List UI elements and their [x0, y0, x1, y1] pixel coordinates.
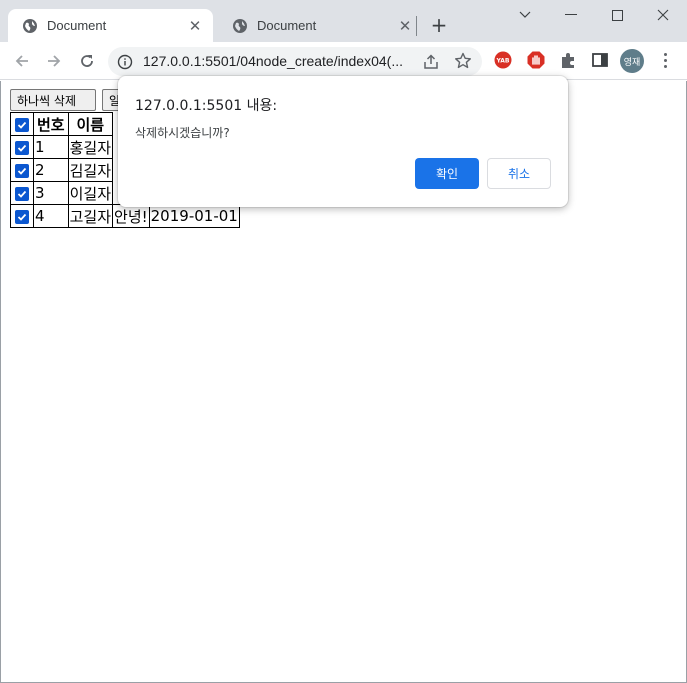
yab-label: YAB	[496, 58, 510, 65]
tab-title: Document	[257, 18, 317, 33]
row-name: 홍길자	[67, 135, 114, 159]
tab-separator	[416, 16, 417, 36]
tab-document-active[interactable]: Document ✕	[8, 9, 213, 42]
close-tab-icon[interactable]: ✕	[397, 17, 413, 35]
checkmark-icon	[17, 213, 27, 221]
row-number: 3	[33, 181, 69, 205]
share-icon[interactable]	[422, 53, 440, 71]
row-name: 김길자	[67, 158, 114, 182]
confirm-cancel-button[interactable]: 취소	[487, 158, 551, 189]
row-number: 4	[33, 204, 69, 228]
row-number: 2	[33, 158, 69, 182]
globe-icon	[233, 18, 247, 33]
row-name: 이길자	[67, 181, 114, 205]
reload-button[interactable]	[76, 50, 98, 72]
site-info-icon[interactable]	[115, 52, 134, 71]
browser-toolbar: 127.0.0.1:5501/04node_create/index04(...	[0, 42, 687, 80]
close-window-button[interactable]	[652, 4, 674, 26]
row-checkbox[interactable]	[15, 163, 29, 178]
maximize-button[interactable]	[606, 4, 628, 26]
row-checkbox[interactable]	[15, 209, 29, 224]
minimize-button[interactable]	[560, 4, 582, 26]
row-number: 1	[33, 135, 69, 159]
row-date: 2019-01-01	[148, 204, 240, 228]
browser-menu-icon[interactable]	[655, 50, 675, 70]
url-text: 127.0.0.1:5501/04node_create/index04(...	[143, 53, 403, 69]
row-checkbox[interactable]	[15, 186, 29, 201]
header-checkbox-cell	[10, 112, 34, 136]
row-name: 고길자	[67, 204, 114, 228]
tab-document-inactive[interactable]: Document ✕	[218, 9, 423, 42]
confirm-dialog: 127.0.0.1:5501 내용: 삭제하시겠습니까? 확인 취소	[118, 76, 568, 207]
close-tab-icon[interactable]: ✕	[187, 17, 203, 35]
tab-title: Document	[47, 18, 107, 33]
table-row: 4 고길자 안녕! 2019-01-01	[10, 204, 240, 228]
forward-button[interactable]	[43, 50, 65, 72]
tab-search-chevron-icon[interactable]	[514, 4, 536, 26]
back-button[interactable]	[11, 50, 33, 72]
row-checkbox[interactable]	[15, 140, 29, 155]
dialog-message: 삭제하시겠습니까?	[135, 126, 230, 140]
title-bar: Document ✕ Document ✕ +	[0, 0, 687, 42]
checkmark-icon	[17, 121, 27, 129]
checkmark-icon	[17, 167, 27, 175]
bookmark-star-icon[interactable]	[454, 52, 472, 70]
confirm-ok-button[interactable]: 확인	[415, 158, 479, 189]
delete-one-button[interactable]: 하나씩 삭제	[10, 89, 96, 111]
yab-extension-icon[interactable]: YAB	[493, 50, 513, 70]
header-name: 이름	[67, 112, 114, 136]
dialog-title: 127.0.0.1:5501 내용:	[135, 98, 278, 114]
new-tab-button[interactable]: +	[428, 13, 450, 37]
address-bar[interactable]: 127.0.0.1:5501/04node_create/index04(...	[108, 47, 482, 76]
globe-icon	[23, 18, 37, 33]
profile-avatar[interactable]: 영재	[620, 49, 644, 73]
checkmark-icon	[17, 190, 27, 198]
checkmark-icon	[17, 144, 27, 152]
side-panel-icon[interactable]	[590, 50, 610, 70]
row-message: 안녕!	[112, 204, 150, 228]
select-all-checkbox[interactable]	[15, 117, 29, 132]
extensions-puzzle-icon[interactable]	[558, 50, 578, 70]
adblock-stop-icon[interactable]	[526, 50, 546, 70]
header-number: 번호	[33, 112, 69, 136]
